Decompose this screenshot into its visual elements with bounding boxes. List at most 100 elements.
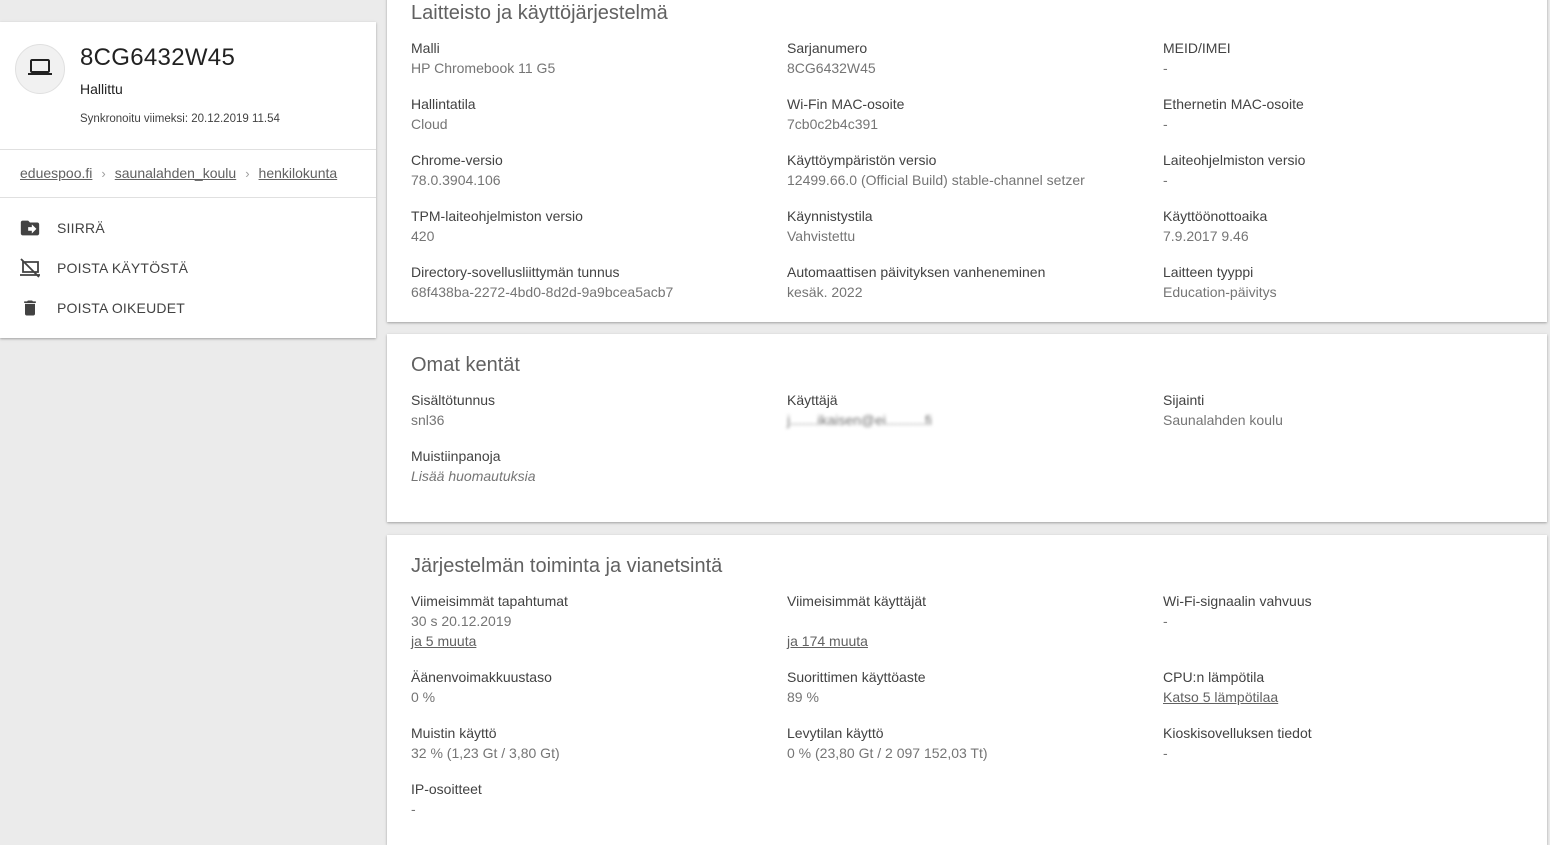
device-summary-card: 8CG6432W45 Hallittu Synkronoitu viimeksi…	[0, 22, 376, 338]
field-value: 0 % (23,80 Gt / 2 097 152,03 Tt)	[787, 745, 988, 761]
field-label: Wi-Fin MAC-osoite	[787, 96, 905, 112]
diagnostics-card: Järjestelmän toiminta ja vianetsintä Vii…	[387, 535, 1547, 845]
notes-input[interactable]: Lisää huomautuksia	[411, 466, 771, 486]
field-platform-version: Käyttöympäristön versio 12499.66.0 (Offi…	[787, 150, 1147, 190]
field-label: Käynnistystila	[787, 208, 873, 224]
field-value: -	[1163, 613, 1168, 629]
breadcrumb: eduespoo.fi › saunalahden_koulu › henkil…	[20, 165, 337, 181]
field-value: 89 %	[787, 689, 819, 705]
disable-button[interactable]: POISTA KÄYTÖSTÄ	[18, 256, 188, 280]
field-asset-id: Sisältötunnus snl36	[411, 390, 771, 430]
field-value	[787, 611, 1147, 631]
field-serial: Sarjanumero 8CG6432W45	[787, 38, 1147, 78]
field-label: Ethernetin MAC-osoite	[1163, 96, 1304, 112]
field-value: 0 %	[411, 689, 436, 705]
field-value: 68f438ba-2272-4bd0-8d2d-9a9bcea5acb7	[411, 284, 674, 300]
field-value: -	[1163, 60, 1168, 76]
field-value: -	[1163, 172, 1168, 188]
field-label: Levytilan käyttö	[787, 725, 884, 741]
field-value: Vahvistettu	[787, 228, 856, 244]
field-cpu-temperature: CPU:n lämpötila Katso 5 lämpötilaa	[1163, 667, 1523, 707]
view-temperatures-link[interactable]: Katso 5 lämpötilaa	[1163, 687, 1523, 707]
hardware-card: Laitteisto ja käyttöjärjestelmä Malli HP…	[387, 0, 1547, 322]
field-label: Käyttäjä	[787, 392, 838, 408]
field-value: 32 % (1,23 Gt / 3,80 Gt)	[411, 745, 560, 761]
move-folder-icon	[18, 216, 42, 240]
field-label: Laitteen tyyppi	[1163, 264, 1254, 280]
field-label: IP-osoitteet	[411, 781, 482, 797]
field-auto-update-expiration: Automaattisen päivityksen vanheneminen k…	[787, 262, 1147, 302]
deprovision-button[interactable]: POISTA OIKEUDET	[18, 296, 185, 320]
field-label: Laiteohjelmiston versio	[1163, 152, 1306, 168]
field-directory-api-id: Directory-sovellusliittymän tunnus 68f43…	[411, 262, 771, 302]
section-title-hardware: Laitteisto ja käyttöjärjestelmä	[411, 2, 668, 24]
field-label: Automaattisen päivityksen vanheneminen	[787, 264, 1046, 280]
field-value: Education-päivitys	[1163, 284, 1277, 300]
field-label: Wi-Fi-signaalin vahvuus	[1163, 593, 1312, 609]
field-label: Kioskisovelluksen tiedot	[1163, 725, 1312, 741]
sync-timestamp: Synkronoitu viimeksi: 20.12.2019 11.54	[80, 113, 280, 125]
field-label: Käyttöympäristön versio	[787, 152, 937, 168]
field-chrome-version: Chrome-versio 78.0.3904.106	[411, 150, 771, 190]
field-label: Chrome-versio	[411, 152, 503, 168]
chevron-right-icon: ›	[245, 165, 250, 181]
field-cpu-usage: Suorittimen käyttöaste 89 %	[787, 667, 1147, 707]
field-boot-mode: Käynnistystila Vahvistettu	[787, 206, 1147, 246]
field-value: snl36	[411, 412, 445, 428]
field-value: 7.9.2017 9.46	[1163, 228, 1249, 244]
field-model: Malli HP Chromebook 11 G5	[411, 38, 771, 78]
field-label: Suorittimen käyttöaste	[787, 669, 926, 685]
field-label: Viimeisimmät tapahtumat	[411, 593, 568, 609]
field-label: Muistiinpanoja	[411, 448, 501, 464]
divider	[0, 149, 376, 150]
field-location: Sijainti Saunalahden koulu	[1163, 390, 1523, 430]
field-kiosk-info: Kioskisovelluksen tiedot -	[1163, 723, 1523, 763]
field-label: Sisältötunnus	[411, 392, 496, 408]
chevron-right-icon: ›	[101, 165, 106, 181]
laptop-off-icon	[18, 256, 42, 280]
field-value: -	[1163, 116, 1168, 132]
device-avatar	[15, 44, 65, 94]
field-label: CPU:n lämpötila	[1163, 669, 1265, 685]
field-label: Malli	[411, 40, 440, 56]
breadcrumb-item-staff[interactable]: henkilokunta	[259, 165, 338, 181]
field-value: -	[411, 801, 416, 817]
field-disk-usage: Levytilan käyttö 0 % (23,80 Gt / 2 097 1…	[787, 723, 1147, 763]
field-firmware-version: Laiteohjelmiston versio -	[1163, 150, 1523, 190]
trash-icon	[18, 296, 42, 320]
device-status: Hallittu	[80, 81, 123, 97]
field-device-type: Laitteen tyyppi Education-päivitys	[1163, 262, 1523, 302]
field-label: Muistin käyttö	[411, 725, 497, 741]
field-label: Käyttöönottoaika	[1163, 208, 1268, 224]
move-label: SIIRRÄ	[57, 220, 105, 236]
field-value: 78.0.3904.106	[411, 172, 501, 188]
breadcrumb-item-school[interactable]: saunalahden_koulu	[115, 165, 236, 181]
field-label: Viimeisimmät käyttäjät	[787, 593, 927, 609]
section-title-custom: Omat kentät	[411, 354, 520, 376]
field-label: MEID/IMEI	[1163, 40, 1231, 56]
field-meid: MEID/IMEI -	[1163, 38, 1523, 78]
field-management: Hallintatila Cloud	[411, 94, 771, 134]
field-wifi-signal: Wi-Fi-signaalin vahvuus -	[1163, 591, 1523, 631]
field-label: Sarjanumero	[787, 40, 868, 56]
laptop-icon	[28, 55, 52, 84]
divider	[0, 197, 376, 198]
field-recent-users: Viimeisimmät käyttäjät ja 174 muuta	[787, 591, 1147, 651]
deprovision-label: POISTA OIKEUDET	[57, 300, 185, 316]
field-value: 8CG6432W45	[787, 60, 876, 76]
breadcrumb-item-domain[interactable]: eduespoo.fi	[20, 165, 92, 181]
field-label: Sijainti	[1163, 392, 1205, 408]
more-users-link[interactable]: ja 174 muuta	[787, 631, 1147, 651]
field-value: 12499.66.0 (Official Build) stable-chann…	[787, 172, 1085, 188]
field-notes: Muistiinpanoja Lisää huomautuksia	[411, 446, 771, 486]
field-value: HP Chromebook 11 G5	[411, 60, 556, 76]
field-enrollment-time: Käyttöönottoaika 7.9.2017 9.46	[1163, 206, 1523, 246]
field-label: Äänenvoimakkuustaso	[411, 669, 552, 685]
device-name: 8CG6432W45	[80, 44, 236, 71]
custom-fields-card: Omat kentät Sisältötunnus snl36 Käyttäjä…	[387, 334, 1547, 522]
move-button[interactable]: SIIRRÄ	[18, 216, 105, 240]
more-events-link[interactable]: ja 5 muuta	[411, 631, 771, 651]
field-value: Saunalahden koulu	[1163, 412, 1283, 428]
section-title-diagnostics: Järjestelmän toiminta ja vianetsintä	[411, 555, 723, 577]
field-value: 7cb0c2b4c391	[787, 116, 879, 132]
